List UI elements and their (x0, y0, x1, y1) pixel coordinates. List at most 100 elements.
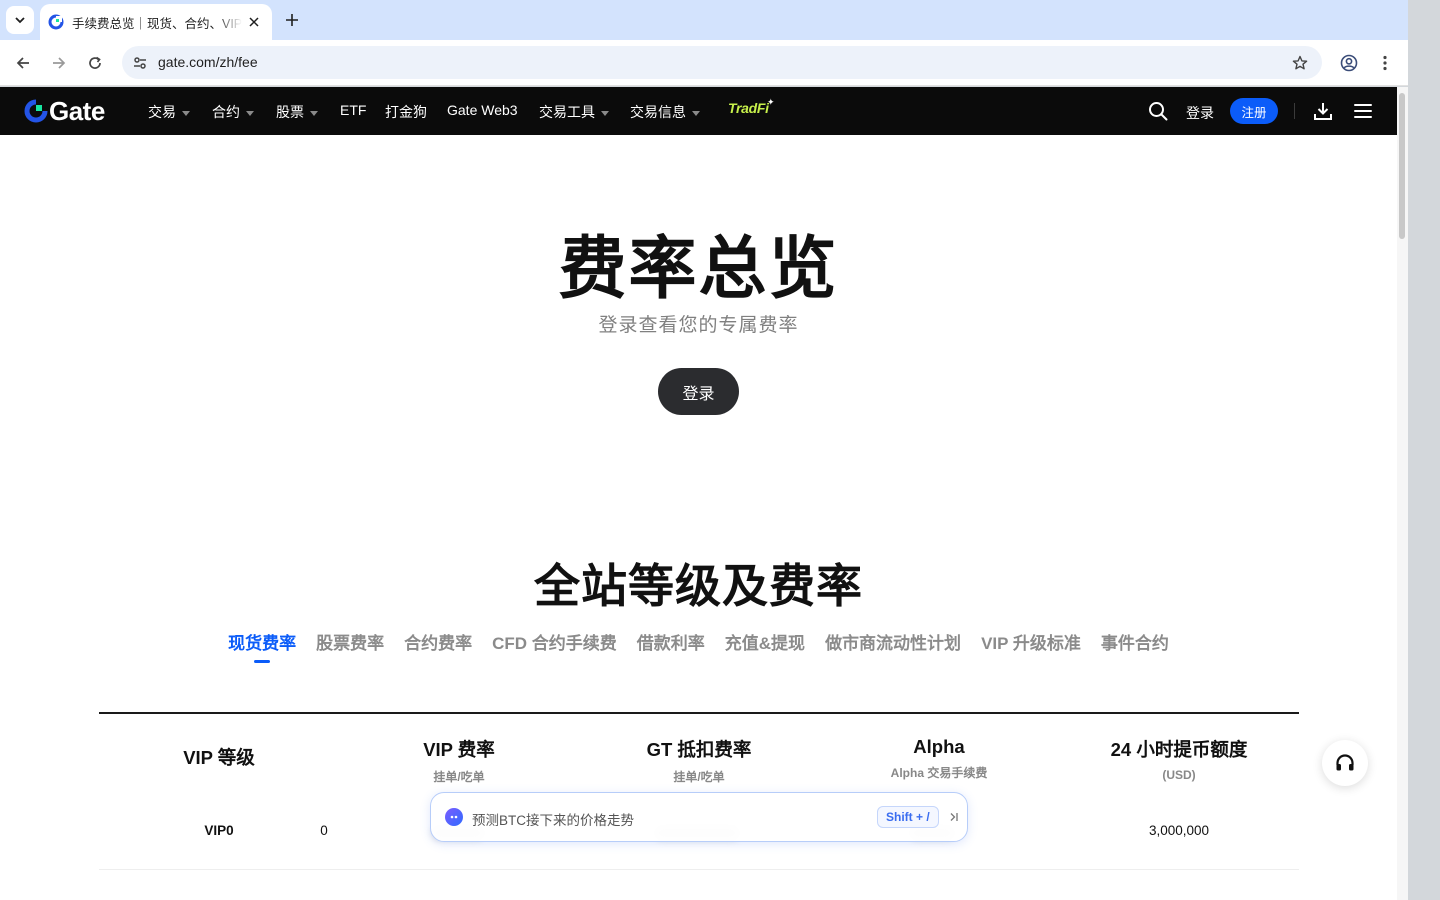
forward-button[interactable] (45, 49, 73, 77)
browser-toolbar: gate.com/zh/fee (0, 40, 1408, 86)
nav-register-button[interactable]: 注册 (1230, 98, 1278, 124)
column-header-vip-rate: VIP 费率 挂单/吃单 (339, 714, 579, 785)
plus-icon (286, 14, 298, 26)
caret-down-icon (692, 110, 700, 116)
column-header-title: Alpha (913, 736, 965, 757)
column-header-subtitle: (USD) (1162, 768, 1196, 782)
column-header-title: VIP 等级 (183, 747, 255, 768)
cell-withdraw-limit: 3,000,000 (1148, 823, 1210, 838)
nav-item-trade[interactable]: 交易 (148, 102, 190, 122)
url-text: gate.com/zh/fee (158, 54, 258, 70)
tab-search-button[interactable] (6, 6, 34, 34)
column-header-subtitle: 挂单/吃单 (673, 770, 725, 784)
sparkle-icon: ✦ (767, 97, 775, 107)
collapse-icon[interactable] (947, 808, 961, 826)
address-bar[interactable]: gate.com/zh/fee (122, 46, 1322, 79)
bookmark-star-icon[interactable] (1290, 53, 1310, 73)
caret-down-icon (310, 110, 318, 116)
nav-item-futures[interactable]: 合约 (212, 102, 254, 122)
hero-login-button[interactable]: 登录 (658, 368, 739, 415)
column-header-title: GT 抵扣费率 (646, 739, 752, 760)
site-settings-icon[interactable] (129, 52, 151, 74)
column-header-vip-level: VIP 等级 (99, 714, 339, 770)
ai-assistant-icon (445, 808, 463, 826)
nav-item-label: 股票 (276, 104, 304, 120)
column-header-title: VIP 费率 (423, 739, 495, 760)
tab-title: 手续费总览｜现货、合约、VIP (72, 16, 242, 31)
nav-item-trading-info[interactable]: 交易信息 (630, 102, 700, 122)
nav-item-label: 交易工具 (539, 104, 595, 120)
nav-item-tradfi[interactable]: TradFi (728, 100, 769, 116)
nav-item-label: 交易信息 (630, 104, 686, 120)
nav-item-etf[interactable]: ETF (340, 102, 366, 118)
nav-item-gold-dog[interactable]: 打金狗 (385, 102, 427, 122)
reload-icon (89, 56, 101, 69)
browser-tab-strip: 手续费总览｜现货、合约、VIP (0, 0, 1408, 40)
scrollbar-thumb[interactable] (1399, 93, 1405, 239)
page-viewport: Gate 交易 合约 股票 ETF 打金狗 Gate Web3 交易工具 交易信… (0, 87, 1397, 900)
ai-prompt-text[interactable]: 预测BTC接下来的价格走势 (472, 809, 634, 829)
logo-text: Gate (49, 96, 105, 126)
tab-event-contracts[interactable]: 事件合约 (1101, 629, 1169, 654)
column-header-title: 24 小时提币额度 (1110, 739, 1248, 760)
section-title: 全站等级及费率 (534, 560, 863, 612)
tab-borrow-rates[interactable]: 借款利率 (637, 629, 705, 654)
customer-support-button[interactable] (1322, 740, 1368, 786)
nav-divider (1294, 103, 1295, 119)
keyboard-shortcut-badge: Shift + / (877, 806, 939, 828)
fee-tabs: 现货费率 股票费率 合约费率 CFD 合约手续费 借款利率 充值&提现 做市商流… (0, 629, 1397, 663)
tab-deposit-withdraw[interactable]: 充值&提现 (725, 629, 805, 654)
back-button[interactable] (9, 49, 37, 77)
nav-item-trading-tools[interactable]: 交易工具 (539, 102, 609, 122)
nav-item-label: Gate Web3 (447, 102, 518, 118)
caret-down-icon (601, 110, 609, 116)
tab-stock-fees[interactable]: 股票费率 (316, 629, 384, 654)
close-icon[interactable] (246, 14, 262, 30)
profile-icon (1340, 54, 1358, 72)
tab-futures-fees[interactable]: 合约费率 (404, 629, 472, 654)
column-header-gt-rate: GT 抵扣费率 挂单/吃单 (579, 714, 819, 785)
tab-spot-fees[interactable]: 现货费率 (228, 629, 296, 663)
nav-item-web3[interactable]: Gate Web3 (447, 102, 518, 118)
tab-market-maker[interactable]: 做市商流动性计划 (825, 629, 961, 654)
column-header-subtitle: Alpha 交易手续费 (890, 766, 988, 780)
arrow-left-icon (16, 57, 29, 69)
gate-logo-icon (24, 99, 48, 123)
headset-icon (1336, 754, 1354, 771)
nav-item-label: 交易 (148, 104, 176, 120)
new-tab-button[interactable] (280, 8, 304, 32)
cell-vip-rate: 0 (320, 823, 328, 838)
column-header-alpha: Alpha Alpha 交易手续费 (819, 714, 1059, 781)
download-icon[interactable] (1312, 100, 1334, 122)
fee-table: VIP 等级 VIP 费率 挂单/吃单 GT 抵扣费率 挂单/吃单 Alpha … (99, 712, 1299, 870)
nav-login-link[interactable]: 登录 (1186, 103, 1214, 123)
page-title: 费率总览 (558, 231, 839, 307)
browser-tab[interactable]: 手续费总览｜现货、合约、VIP (40, 4, 272, 40)
menu-icon[interactable] (1352, 100, 1374, 122)
browser-menu-button[interactable] (1371, 49, 1399, 77)
caret-down-icon (246, 110, 254, 116)
column-header-withdraw-limit: 24 小时提币额度 (USD) (1059, 714, 1299, 782)
more-vertical-icon (1383, 55, 1387, 71)
table-header: VIP 等级 VIP 费率 挂单/吃单 GT 抵扣费率 挂单/吃单 Alpha … (99, 714, 1299, 796)
site-header: Gate 交易 合约 股票 ETF 打金狗 Gate Web3 交易工具 交易信… (0, 87, 1397, 135)
desktop-background (1408, 0, 1440, 900)
nav-item-label: 打金狗 (385, 104, 427, 120)
nav-item-label: ETF (340, 102, 367, 118)
nav-item-stocks[interactable]: 股票 (276, 102, 318, 122)
nav-item-label: 合约 (212, 104, 240, 120)
search-icon[interactable] (1147, 100, 1169, 122)
ai-prompt-bar[interactable]: 预测BTC接下来的价格走势 Shift + / (430, 792, 968, 842)
page-scrollbar[interactable] (1397, 87, 1408, 900)
page-subtitle: 登录查看您的专属费率 (598, 315, 799, 336)
gate-logo[interactable]: Gate (24, 98, 105, 124)
gate-favicon-icon (48, 14, 64, 30)
profile-button[interactable] (1335, 49, 1363, 77)
cell-vip-level: VIP0 (204, 823, 234, 838)
chevron-down-icon (15, 17, 25, 24)
tab-cfd-fees[interactable]: CFD 合约手续费 (492, 629, 617, 654)
caret-down-icon (182, 110, 190, 116)
reload-button[interactable] (81, 49, 109, 77)
tab-vip-upgrade[interactable]: VIP 升级标准 (981, 629, 1081, 654)
arrow-right-icon (53, 57, 66, 69)
